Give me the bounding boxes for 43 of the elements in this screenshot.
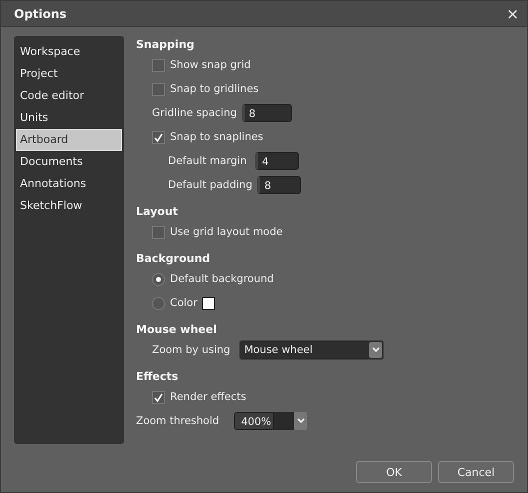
sidebar-item[interactable]: Code editor — [16, 85, 122, 107]
radio-label: Default background — [170, 273, 274, 285]
checkbox[interactable] — [152, 58, 165, 72]
field-label: Default padding — [168, 179, 252, 191]
close-button[interactable]: × — [506, 4, 519, 22]
number-field[interactable]: 8 — [257, 176, 302, 194]
checkbox-label: Snap to gridlines — [170, 83, 259, 95]
field-label: Gridline spacing — [152, 107, 237, 119]
field-label: Zoom by using — [152, 344, 230, 356]
field-label: Zoom threshold — [136, 415, 220, 427]
checkbox-label: Show snap grid — [170, 59, 251, 71]
sidebar-item[interactable]: Project — [16, 63, 122, 85]
radio-label: Color — [170, 297, 198, 309]
checkbox[interactable] — [152, 130, 165, 144]
sidebar-item[interactable]: Documents — [16, 151, 122, 173]
checkbox-label: Use grid layout mode — [170, 226, 283, 238]
dropdown[interactable]: Mouse wheel — [239, 340, 384, 360]
number-field[interactable]: 8 — [242, 104, 292, 122]
sidebar-item[interactable]: Units — [16, 107, 122, 129]
field-label: Default margin — [168, 155, 248, 167]
section-heading: Background — [136, 251, 212, 267]
sidebar-item[interactable]: Workspace — [16, 41, 122, 63]
number-field[interactable]: 4 — [255, 152, 299, 170]
radio-button[interactable] — [152, 296, 165, 310]
section-heading: Mouse wheel — [136, 322, 218, 338]
checkbox-label: Snap to snaplines — [170, 131, 264, 143]
dialog-button[interactable]: Cancel — [438, 461, 514, 483]
checkbox[interactable] — [152, 390, 165, 404]
checkbox[interactable] — [152, 82, 165, 96]
color-swatch[interactable] — [202, 296, 216, 310]
radio-button[interactable] — [152, 272, 165, 286]
dialog-button[interactable]: OK — [356, 461, 432, 483]
section-heading: Snapping — [136, 37, 196, 53]
checkbox-label: Render effects — [170, 391, 246, 403]
window-title: Options — [14, 6, 67, 20]
chevron-icon — [372, 347, 380, 353]
sidebar-item[interactable]: SketchFlow — [16, 195, 122, 217]
chevron-icon — [296, 418, 305, 424]
checkbox[interactable] — [152, 226, 165, 238]
section-heading: Effects — [136, 369, 180, 385]
sidebar-item[interactable]: Annotations — [16, 173, 122, 195]
section-heading: Layout — [136, 204, 179, 220]
sidebar-item[interactable]: Artboard — [16, 129, 122, 151]
